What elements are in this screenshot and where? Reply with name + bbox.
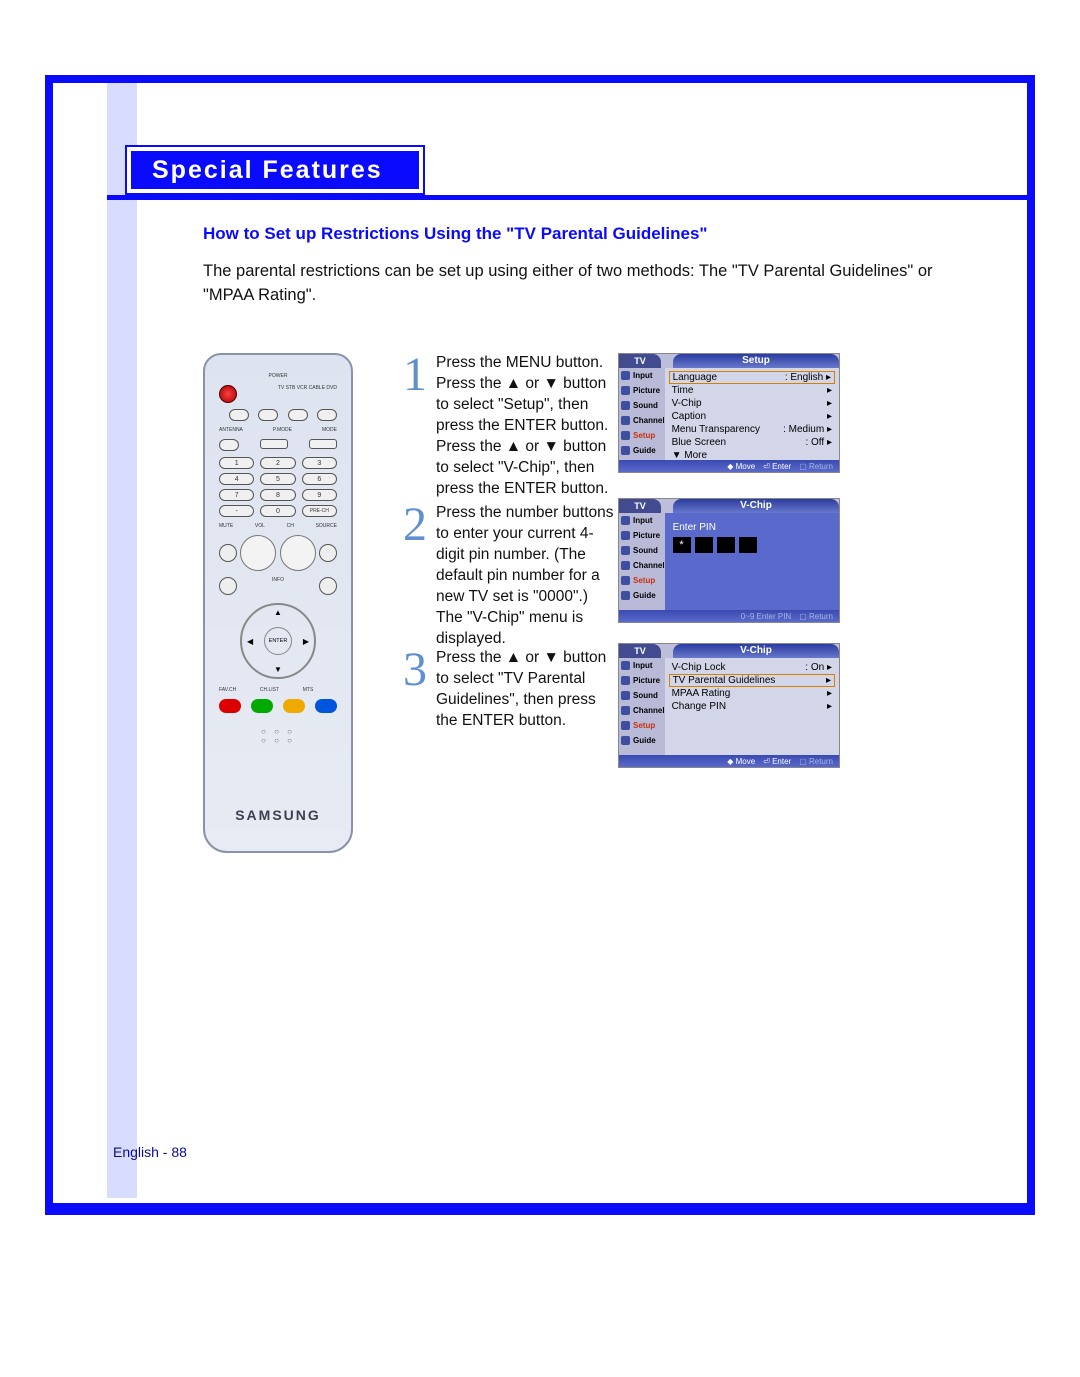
osd-row: Language: English ▸ (669, 371, 835, 384)
step-3: 3 Press the ▲ or ▼ button to select "TV … (400, 648, 616, 732)
volume-rocker[interactable] (240, 535, 276, 571)
nav-ring[interactable]: ▲ ▼ ◀ ▶ ENTER (240, 603, 316, 679)
osd-side-item: Guide (619, 733, 665, 748)
osd1-title: Setup (673, 354, 839, 368)
osd2-footer: 0~9 Enter PIN ▢ Return (619, 610, 839, 622)
osd-row: V-Chip Lock: On ▸ (669, 661, 835, 674)
step-2-number: 2 (400, 503, 430, 649)
osd-side-item: Setup (619, 428, 665, 443)
pin-boxes: * (673, 537, 835, 553)
pin-box: * (673, 537, 691, 553)
channel-rocker[interactable] (280, 535, 316, 571)
osd-side-item: Setup (619, 718, 665, 733)
osd2-main: Enter PIN * (665, 513, 839, 610)
osd3-footer: ◆ Move ⏎ Enter ▢ Return (619, 755, 839, 767)
osd-sidebar: InputPictureSoundChannelSetupGuide (619, 513, 665, 610)
osd-side-item: Sound (619, 688, 665, 703)
osd-side-item: Input (619, 513, 665, 528)
osd-side-item: Sound (619, 398, 665, 413)
step-1: 1 Press the MENU button. Press the ▲ or … (400, 353, 616, 499)
osd1-main: Language: English ▸Time ▸V-Chip ▸Caption… (665, 368, 839, 460)
osd-tv-label: TV (619, 499, 661, 513)
pin-box (739, 537, 757, 553)
osd-tv-label: TV (619, 644, 661, 658)
step-3-text: Press the ▲ or ▼ button to select "TV Pa… (436, 648, 616, 732)
osd-side-item: Channel (619, 558, 665, 573)
pin-box (695, 537, 713, 553)
osd-side-item: Setup (619, 573, 665, 588)
subheading: How to Set up Restrictions Using the "TV… (203, 224, 707, 244)
osd-side-item: Picture (619, 528, 665, 543)
remote-control-illustration: POWER TV STB VCR CABLE DVD ANTENNAP.MODE… (203, 353, 353, 853)
pin-box (717, 537, 735, 553)
power-button[interactable] (219, 385, 237, 403)
osd-side-item: Input (619, 368, 665, 383)
osd1-footer: ◆ Move ⏎ Enter ▢ Return (619, 460, 839, 472)
osd-sidebar: InputPictureSoundChannelSetupGuide (619, 658, 665, 755)
osd-side-item: Guide (619, 588, 665, 603)
osd-side-item: Sound (619, 543, 665, 558)
osd-side-item: Channel (619, 703, 665, 718)
osd3-main: V-Chip Lock: On ▸TV Parental Guidelines … (665, 658, 839, 755)
pin-label: Enter PIN (673, 522, 835, 533)
osd-setup-menu: TV Setup InputPictureSoundChannelSetupGu… (618, 353, 840, 473)
osd-pin-entry: TV V-Chip InputPictureSoundChannelSetupG… (618, 498, 840, 623)
title-underline (107, 195, 1030, 200)
page-footer: English - 88 (113, 1144, 187, 1160)
step-2-text: Press the number buttons to enter your c… (436, 503, 616, 649)
step-1-number: 1 (400, 353, 430, 499)
osd-row: Menu Transparency: Medium ▸ (669, 423, 835, 436)
enter-button[interactable]: ENTER (264, 627, 292, 655)
section-title: Special Features (152, 156, 383, 185)
osd-sidebar: InputPictureSoundChannelSetupGuide (619, 368, 665, 460)
left-shade (107, 83, 137, 1198)
intro-paragraph: The parental restrictions can be set up … (203, 260, 976, 308)
osd-row: ▼ More (669, 449, 835, 462)
remote-brand: SAMSUNG (205, 807, 351, 823)
osd-side-item: Input (619, 658, 665, 673)
osd-row: V-Chip ▸ (669, 397, 835, 410)
color-buttons[interactable] (219, 699, 337, 713)
step-3-number: 3 (400, 648, 430, 732)
osd-tv-label: TV (619, 354, 661, 368)
osd-side-item: Picture (619, 673, 665, 688)
step-2: 2 Press the number buttons to enter your… (400, 503, 616, 649)
osd2-title: V-Chip (673, 499, 839, 513)
section-title-block: Special Features (125, 145, 425, 195)
osd-vchip-menu: TV V-Chip InputPictureSoundChannelSetupG… (618, 643, 840, 768)
number-pad[interactable]: 123 456 789 -0PRE-CH (219, 457, 337, 517)
osd-row: Time ▸ (669, 384, 835, 397)
osd-row: TV Parental Guidelines ▸ (669, 674, 835, 687)
osd-row: Caption ▸ (669, 410, 835, 423)
osd3-title: V-Chip (673, 644, 839, 658)
osd-row: MPAA Rating ▸ (669, 687, 835, 700)
osd-row: Change PIN ▸ (669, 700, 835, 713)
osd-row: Blue Screen: Off ▸ (669, 436, 835, 449)
osd-side-item: Channel (619, 413, 665, 428)
osd-side-item: Picture (619, 383, 665, 398)
step-1-text: Press the MENU button. Press the ▲ or ▼ … (436, 353, 616, 499)
osd-side-item: Guide (619, 443, 665, 458)
